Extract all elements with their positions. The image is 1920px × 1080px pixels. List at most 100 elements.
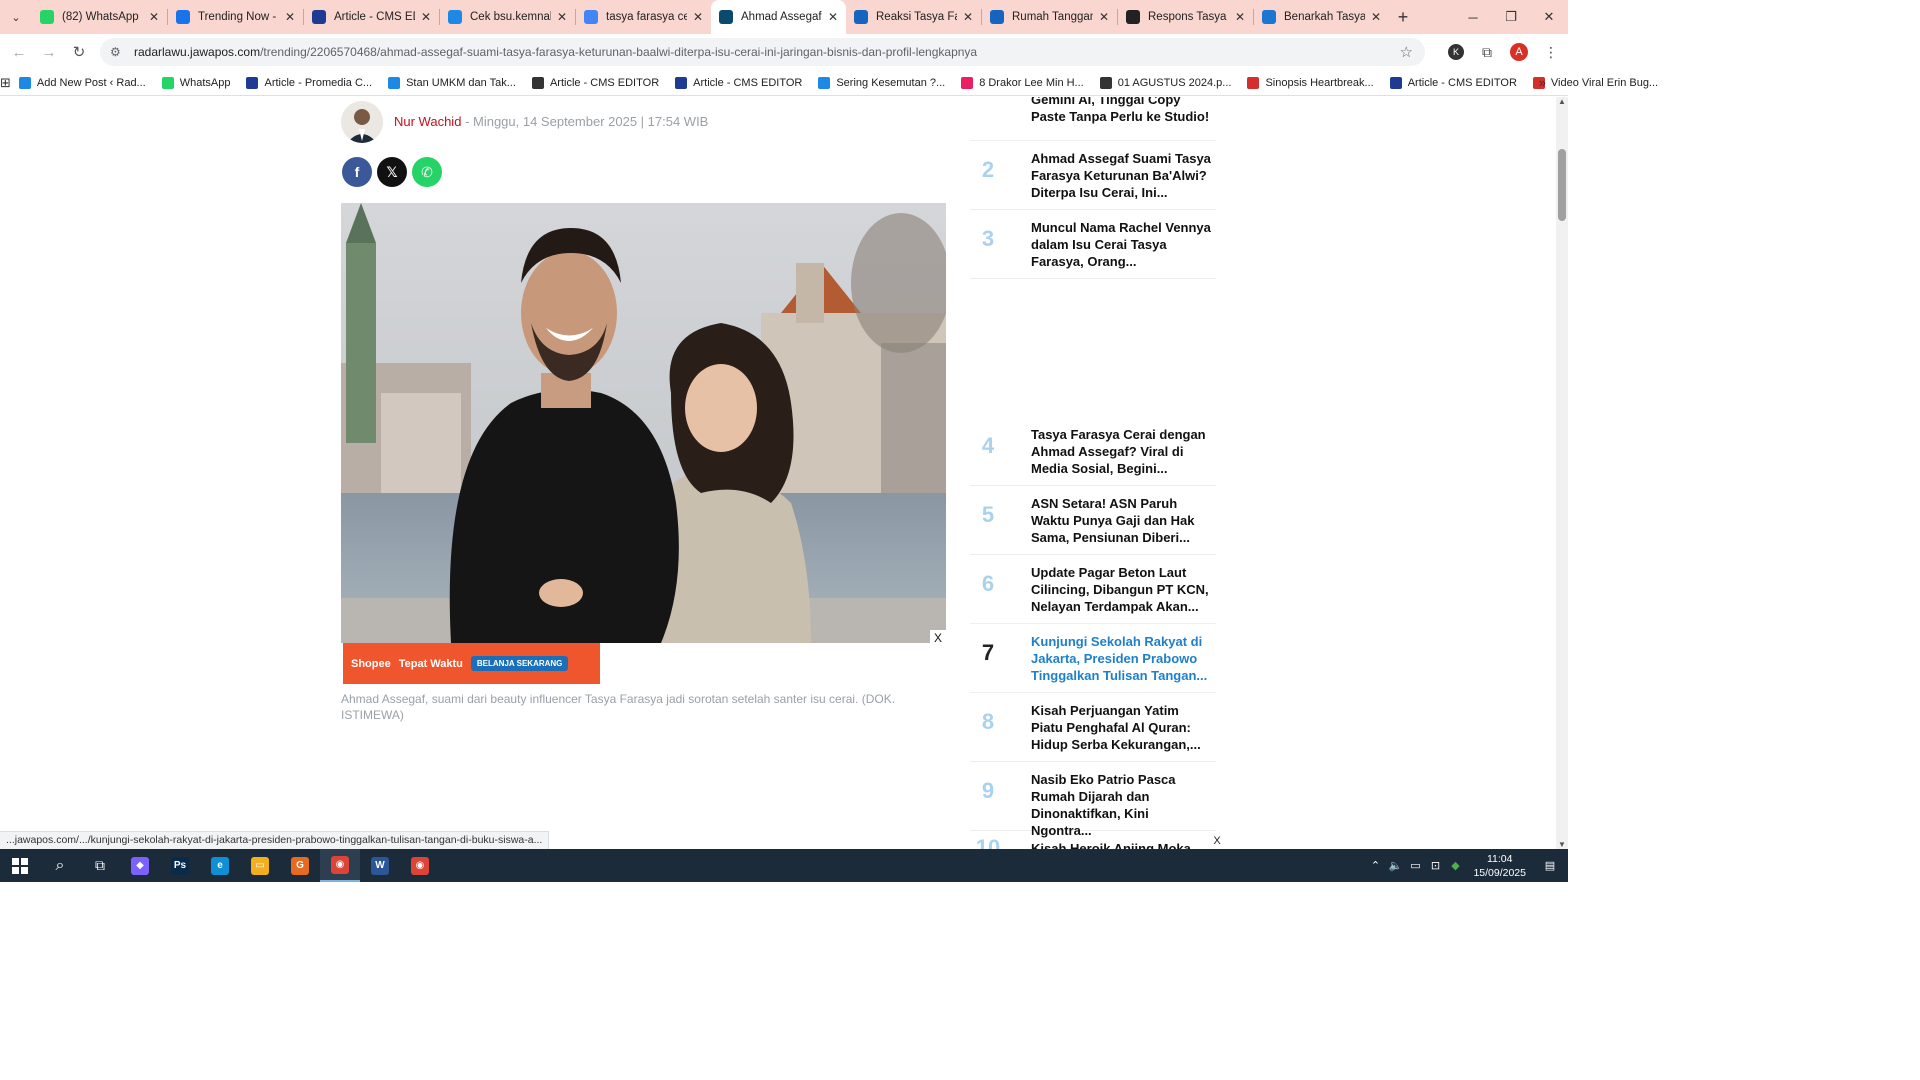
facebook-icon[interactable]: f [342, 157, 372, 187]
tab-close-icon[interactable]: ✕ [421, 10, 431, 24]
reload-button[interactable]: ↻ [64, 43, 94, 61]
chrome-icon[interactable]: ◉ [320, 849, 360, 882]
browser-tab[interactable]: tasya farasya cera ✕ [576, 0, 711, 34]
ad-cta-button[interactable]: BELANJA SEKARANG [470, 656, 569, 671]
browser-tab[interactable]: Reaksi Tasya Farasy ✕ [846, 0, 981, 34]
trending-title-link[interactable]: Ahmad Assegaf Suami Tasya Farasya Keturu… [1031, 150, 1211, 201]
volume-icon[interactable]: 🔈 [1385, 859, 1405, 872]
browser-tab[interactable]: Ahmad Assegaf S ✕ [711, 0, 846, 34]
x-icon[interactable]: 𝕏 [377, 157, 407, 187]
browser-tab[interactable]: Benarkah Tasya Fa ✕ [1254, 0, 1389, 34]
bookmark-item[interactable]: Article - Promedia C... [238, 76, 380, 89]
apps-grid-icon[interactable]: ⊞ [0, 75, 11, 91]
tab-close-icon[interactable]: ✕ [693, 10, 703, 24]
trending-item[interactable]: 6 Update Pagar Beton Laut Cilincing, Diba… [970, 555, 1216, 624]
trending-title-link[interactable]: Update Pagar Beton Laut Cilincing, Diban… [1031, 564, 1211, 615]
trending-item[interactable]: 10 Kisah Heroik Anjing Moka [970, 831, 1216, 849]
tab-search-button[interactable]: ⌄ [0, 0, 32, 34]
trending-item[interactable]: 1 Gemini AI, Tinggal Copy Paste Tanpa Per… [970, 97, 1216, 141]
start-button[interactable] [0, 849, 40, 882]
bookmark-item[interactable]: Article - CMS EDITOR [1382, 76, 1525, 89]
trending-title-link[interactable]: Nasib Eko Patrio Pasca Rumah Dijarah dan… [1031, 771, 1211, 839]
forward-button[interactable]: → [34, 44, 64, 61]
tab-close-icon[interactable]: ✕ [1235, 10, 1245, 24]
trending-item[interactable]: 7 Kunjungi Sekolah Rakyat di Jakarta, Pre… [970, 624, 1216, 693]
shopee-ad-banner[interactable]: Shopee Tepat Waktu BELANJA SEKARANG [343, 643, 600, 684]
browser-tab[interactable]: Cek bsu.kemnake ✕ [440, 0, 575, 34]
trending-title-link[interactable]: Muncul Nama Rachel Vennya dalam Isu Cera… [1031, 219, 1211, 270]
task-view-icon[interactable]: ⧉ [80, 849, 120, 882]
trending-item[interactable]: 3 Muncul Nama Rachel Vennya dalam Isu Cer… [970, 210, 1216, 279]
search-icon[interactable]: ⌕ [40, 849, 80, 882]
bookmark-item[interactable]: WhatsApp [154, 76, 239, 89]
more-bookmarks-icon[interactable]: » [1539, 75, 1546, 90]
security-shield-icon[interactable]: ◆ [1445, 859, 1465, 872]
notification-icon[interactable]: ▤ [1540, 859, 1560, 872]
extensions-puzzle-icon[interactable]: ⧉ [1478, 44, 1496, 61]
trending-item[interactable]: 8 Kisah Perjuangan Yatim Piatu Penghafal … [970, 693, 1216, 762]
bookmark-item[interactable]: Article - CMS EDITOR [524, 76, 667, 89]
display-icon[interactable]: ⊡ [1425, 859, 1445, 872]
tab-close-icon[interactable]: ✕ [1099, 10, 1109, 24]
photoshop-icon[interactable]: Ps [160, 849, 200, 882]
whatsapp-icon[interactable]: ✆ [412, 157, 442, 187]
author-avatar[interactable] [341, 101, 383, 143]
bookmark-item[interactable]: 8 Drakor Lee Min H... [953, 76, 1092, 89]
browser-tab[interactable]: Trending Now - G ✕ [168, 0, 303, 34]
site-info-icon[interactable]: ⚙ [110, 45, 124, 59]
sticky-ad-close-button[interactable]: X [1208, 833, 1226, 849]
trending-item[interactable]: 9 Nasib Eko Patrio Pasca Rumah Dijarah da… [970, 762, 1216, 838]
bookmark-star-icon[interactable]: ☆ [1400, 43, 1413, 61]
ad-close-button[interactable]: X [930, 630, 946, 646]
trending-title-link[interactable]: Gemini AI, Tinggal Copy Paste Tanpa Perl… [1031, 97, 1211, 125]
tab-close-icon[interactable]: ✕ [149, 10, 159, 24]
trending-title-link[interactable]: Tasya Farasya Cerai dengan Ahmad Assegaf… [1031, 426, 1211, 477]
word-icon[interactable]: W [360, 849, 400, 882]
taskbar-clock[interactable]: 11:04 15/09/2025 [1473, 852, 1526, 880]
browser-menu-icon[interactable]: ⋮ [1542, 44, 1560, 61]
tab-close-icon[interactable]: ✕ [1371, 10, 1381, 24]
bookmark-item[interactable]: Article - CMS EDITOR [667, 76, 810, 89]
bookmark-item[interactable]: 01 AGUSTUS 2024.p... [1092, 76, 1240, 89]
show-hidden-icons[interactable]: ⌃ [1365, 859, 1385, 872]
scroll-down-arrow[interactable]: ▼ [1556, 840, 1568, 849]
bookmark-item[interactable]: Sinopsis Heartbreak... [1239, 76, 1381, 89]
close-window-icon[interactable]: ✕ [1530, 0, 1568, 34]
trending-title-link[interactable]: Kisah Perjuangan Yatim Piatu Penghafal A… [1031, 702, 1211, 753]
page-scrollbar[interactable]: ▲ ▼ [1556, 97, 1568, 849]
browser-tab[interactable]: Article - CMS EDIT ✕ [304, 0, 439, 34]
bookmark-item[interactable]: Add New Post ‹ Rad... [11, 76, 154, 89]
address-bar[interactable]: ⚙ radarlawu.jawapos.com/trending/2206570… [100, 38, 1425, 66]
trending-title-link[interactable]: Kisah Heroik Anjing Moka [1031, 840, 1211, 849]
chrome-alt-icon[interactable]: ◉ [400, 849, 440, 882]
profile-avatar[interactable]: A [1510, 43, 1528, 61]
bookmark-item[interactable]: Sering Kesemutan ?... [810, 76, 953, 89]
presentation-icon[interactable]: G [280, 849, 320, 882]
back-button[interactable]: ← [4, 44, 34, 61]
browser-tab[interactable]: Respons Tasya Far ✕ [1118, 0, 1253, 34]
trending-item[interactable]: 2 Ahmad Assegaf Suami Tasya Farasya Ketur… [970, 141, 1216, 210]
browser-tab[interactable]: Rumah Tangganya ✕ [982, 0, 1117, 34]
tab-close-icon[interactable]: ✕ [963, 10, 973, 24]
bookmark-item[interactable]: Video Viral Erin Bug... [1525, 76, 1666, 89]
minimize-icon[interactable]: ─ [1454, 0, 1492, 34]
extension-k-icon[interactable]: K [1448, 44, 1464, 60]
browser-tab[interactable]: (82) WhatsApp ✕ [32, 0, 167, 34]
copilot-icon[interactable]: ◆ [120, 849, 160, 882]
trending-item[interactable]: 5 ASN Setara! ASN Paruh Waktu Punya Gaji … [970, 486, 1216, 555]
tab-close-icon[interactable]: ✕ [828, 10, 838, 24]
file-explorer-icon[interactable]: ▭ [240, 849, 280, 882]
trending-item[interactable]: 4 Tasya Farasya Cerai dengan Ahmad Assega… [970, 417, 1216, 486]
trending-title-link[interactable]: Kunjungi Sekolah Rakyat di Jakarta, Pres… [1031, 633, 1211, 684]
tab-close-icon[interactable]: ✕ [557, 10, 567, 24]
scroll-thumb[interactable] [1558, 149, 1566, 221]
tab-close-icon[interactable]: ✕ [285, 10, 295, 24]
network-icon[interactable]: ▭ [1405, 859, 1425, 872]
bookmark-item[interactable]: Stan UMKM dan Tak... [380, 76, 524, 89]
trending-title-link[interactable]: ASN Setara! ASN Paruh Waktu Punya Gaji d… [1031, 495, 1211, 546]
scroll-up-arrow[interactable]: ▲ [1556, 97, 1568, 106]
author-name-link[interactable]: Nur Wachid [394, 114, 461, 129]
edge-icon[interactable]: e [200, 849, 240, 882]
restore-icon[interactable]: ❐ [1492, 0, 1530, 34]
new-tab-button[interactable]: + [1389, 7, 1417, 28]
